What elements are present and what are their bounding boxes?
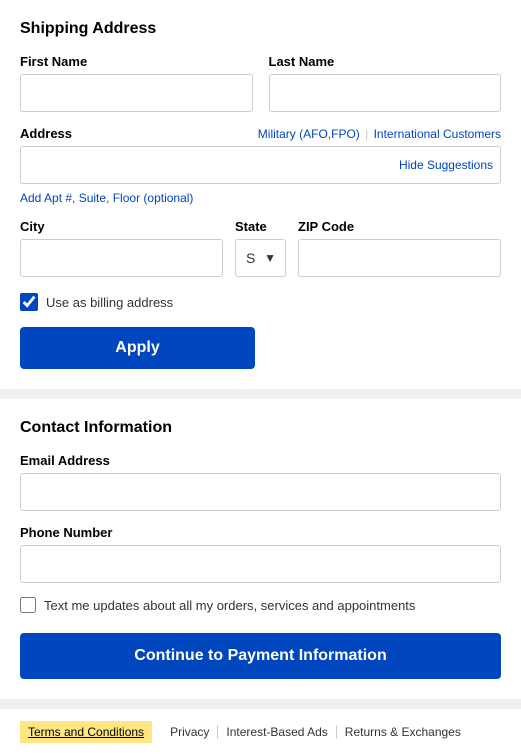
shipping-address-title: Shipping Address — [20, 20, 501, 38]
last-name-input[interactable] — [269, 74, 502, 112]
state-label: State — [235, 219, 286, 234]
state-select[interactable]: SelectALAKAZARCACOCTDEFLGAHIIDILINIAKSKY… — [235, 239, 286, 277]
international-link[interactable]: International Customers — [374, 127, 501, 141]
contact-information-section: Contact Information Email Address Phone … — [0, 399, 521, 699]
state-group: State SelectALAKAZARCACOCTDEFLGAHIIDILIN… — [235, 219, 286, 277]
city-group: City — [20, 219, 223, 277]
first-name-input[interactable] — [20, 74, 253, 112]
privacy-link[interactable]: Privacy — [162, 725, 217, 739]
link-separator: | — [365, 127, 371, 141]
returns-exchanges-link[interactable]: Returns & Exchanges — [336, 725, 469, 739]
city-input[interactable] — [20, 239, 223, 277]
billing-checkbox-row: Use as billing address — [20, 293, 501, 311]
footer: Terms and Conditions Privacy Interest-Ba… — [0, 709, 521, 755]
first-name-group: First Name — [20, 54, 253, 112]
city-label: City — [20, 219, 223, 234]
state-select-wrapper: SelectALAKAZARCACOCTDEFLGAHIIDILINIAKSKY… — [235, 239, 286, 277]
add-apt-link[interactable]: Add Apt #, Suite, Floor (optional) — [20, 191, 193, 205]
city-state-zip-row: City State SelectALAKAZARCACOCTDEFLGAHII… — [20, 219, 501, 277]
terms-conditions-link[interactable]: Terms and Conditions — [20, 721, 152, 743]
email-label: Email Address — [20, 453, 501, 468]
military-link[interactable]: Military (AFO,FPO) — [258, 127, 360, 141]
sms-checkbox[interactable] — [20, 597, 36, 613]
email-input[interactable] — [20, 473, 501, 511]
address-header: Address Military (AFO,FPO) | Internation… — [20, 126, 501, 141]
hide-suggestions-button[interactable]: Hide Suggestions — [399, 158, 493, 172]
phone-input[interactable] — [20, 545, 501, 583]
contact-information-title: Contact Information — [20, 419, 501, 437]
billing-checkbox-label[interactable]: Use as billing address — [46, 295, 173, 310]
email-group: Email Address — [20, 453, 501, 511]
billing-checkbox[interactable] — [20, 293, 38, 311]
apply-button[interactable]: Apply — [20, 327, 255, 369]
continue-button[interactable]: Continue to Payment Information — [20, 633, 501, 679]
zip-group: ZIP Code — [298, 219, 501, 277]
sms-checkbox-row: Text me updates about all my orders, ser… — [20, 597, 501, 613]
last-name-group: Last Name — [269, 54, 502, 112]
sms-checkbox-label[interactable]: Text me updates about all my orders, ser… — [44, 598, 415, 613]
interest-based-ads-link[interactable]: Interest-Based Ads — [217, 725, 335, 739]
zip-input[interactable] — [298, 239, 501, 277]
phone-label: Phone Number — [20, 525, 501, 540]
zip-label: ZIP Code — [298, 219, 501, 234]
first-name-label: First Name — [20, 54, 253, 69]
last-name-label: Last Name — [269, 54, 502, 69]
name-row: First Name Last Name — [20, 54, 501, 112]
address-links: Military (AFO,FPO) | International Custo… — [258, 127, 501, 141]
phone-group: Phone Number — [20, 525, 501, 583]
address-label: Address — [20, 126, 72, 141]
shipping-address-section: Shipping Address First Name Last Name Ad… — [0, 0, 521, 389]
address-input-wrapper: Hide Suggestions — [20, 146, 501, 184]
